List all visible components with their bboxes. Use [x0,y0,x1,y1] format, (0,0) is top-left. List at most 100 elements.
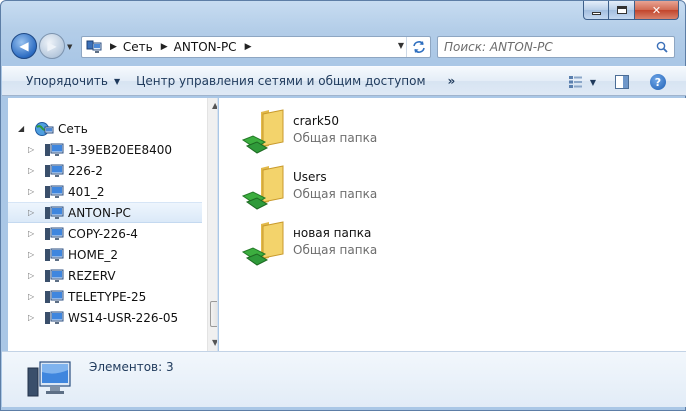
refresh-button[interactable] [406,37,430,57]
folder-name: Users [293,170,327,184]
chevron-down-icon: ▼ [113,76,121,86]
minimize-button[interactable] [583,1,609,20]
address-bar[interactable]: ▶ Сеть ▶ ANTON-PC ▶ ▼ [81,36,431,58]
expand-arrow-icon[interactable]: ▷ [28,292,38,301]
tree-label-computer: WS14-USR-226-05 [68,310,179,325]
tree-item-computer[interactable]: ▷ HOME_2 [8,244,202,265]
tree-label-computer: 226-2 [68,163,103,178]
view-options-icon [568,76,582,88]
more-commands-button[interactable]: » [434,66,464,96]
command-bar: Упорядочить ▼ Центр управления сетями и … [2,66,686,96]
navigation-scrollbar[interactable]: ▲ ▼ [207,98,217,351]
scroll-up-arrow-icon[interactable]: ▲ [212,101,217,110]
tree-label-computer: COPY-226-4 [68,226,138,241]
preview-pane-icon [615,75,629,89]
shared-folder-item[interactable]: crark50 Общая папка [239,106,499,156]
expand-arrow-icon[interactable]: ▷ [28,187,38,196]
computer-icon [44,226,64,242]
tree-item-computer[interactable]: ▷ COPY-226-4 [8,223,202,244]
shared-folder-icon [239,106,291,156]
forward-arrow-icon: ▶ [47,39,57,53]
folder-type: Общая папка [293,187,378,201]
folder-name: новая папка [293,226,372,240]
back-arrow-icon: ◀ [19,39,29,53]
breadcrumb-separator-icon[interactable]: ▶ [245,42,252,52]
command-bar-right: ▼ ? [556,70,670,94]
network-icon [86,40,102,54]
computer-icon [44,163,64,179]
expand-arrow-icon[interactable]: ▷ [28,166,38,175]
shared-folder-item[interactable]: новая папка Общая папка [239,218,499,268]
help-icon: ? [650,74,666,90]
network-center-label: Центр управления сетями и общим доступом [136,74,426,88]
expand-arrow-icon[interactable]: ▷ [28,250,38,259]
network-center-button[interactable]: Центр управления сетями и общим доступом [128,66,433,96]
tree-label-computer: ANTON-PC [68,205,131,220]
view-options-chevron-icon[interactable]: ▼ [590,78,596,87]
shared-folder-icon [239,162,291,212]
folder-type: Общая папка [293,243,378,257]
computer-icon [44,247,64,263]
tree-item-computer-selected[interactable]: ▷ ANTON-PC [8,202,202,223]
tree-item-computer[interactable]: ▷ REZERV [8,265,202,286]
explorer-window: ✕ ◀ ▶ ▼ ▶ Сеть ▶ ANTON-PC ▶ ▼ Поиск: ANT… [0,0,686,411]
tree-label-network: Сеть [58,121,88,136]
expand-arrow-icon[interactable]: ▷ [28,208,38,217]
shared-folder-icon [239,218,291,268]
shared-folder-item[interactable]: Users Общая папка [239,162,499,212]
tree-label-computer: REZERV [68,268,116,283]
more-commands-label: » [447,74,456,88]
computer-icon [26,358,72,400]
content-pane: crark50 Общая папка Users Общая папка но… [219,98,686,351]
expand-arrow-icon[interactable]: ▷ [28,313,38,322]
tree-item-computer[interactable]: ▷ 226-2 [8,160,202,181]
organize-button[interactable]: Упорядочить ▼ [18,66,128,96]
search-input[interactable] [444,40,644,54]
window-controls: ✕ [583,1,679,20]
scroll-down-arrow-icon[interactable]: ▼ [212,338,217,347]
tree-item-computer[interactable]: ▷ 401_2 [8,181,202,202]
tree-item-computer[interactable]: ▷ 1-39EB20EE8400 [8,139,202,160]
breadcrumb-computer[interactable]: ANTON-PC [174,40,237,54]
back-button[interactable]: ◀ [11,33,37,59]
navigation-pane: ◢ Сеть ▷ 1-39EB20EE8400 ▷ 226-2 ▷ 401_2 … [8,98,218,351]
search-box[interactable] [437,36,675,58]
folder-name: crark50 [293,114,340,128]
network-globe-icon [34,121,54,137]
computer-icon [44,205,64,221]
computer-icon [44,289,64,305]
computer-icon [44,310,64,326]
tree-label-computer: TELETYPE-25 [68,289,147,304]
close-icon: ✕ [651,3,662,17]
tree-item-network[interactable]: ◢ Сеть [8,118,202,139]
help-button[interactable]: ? [646,71,670,93]
breadcrumb-separator-icon[interactable]: ▶ [110,42,117,52]
maximize-icon [616,6,627,14]
preview-pane-button[interactable] [610,71,634,93]
forward-button[interactable]: ▶ [39,33,65,59]
breadcrumb-separator-icon[interactable]: ▶ [161,42,168,52]
scrollbar-thumb[interactable] [210,301,217,327]
recent-pages-dropdown[interactable]: ▼ [67,43,75,51]
item-count-text: Элементов: 3 [89,360,174,374]
tree-label-computer: HOME_2 [68,247,119,262]
collapse-arrow-icon[interactable]: ◢ [18,124,28,133]
close-button[interactable]: ✕ [635,1,679,20]
computer-icon [44,268,64,284]
tree-label-computer: 401_2 [68,184,105,199]
expand-arrow-icon[interactable]: ▷ [28,145,38,154]
breadcrumb-network[interactable]: Сеть [123,40,153,54]
tree-item-computer[interactable]: ▷ TELETYPE-25 [8,286,202,307]
view-options-button[interactable] [564,71,588,93]
navigation-row: ◀ ▶ ▼ ▶ Сеть ▶ ANTON-PC ▶ ▼ [1,29,686,65]
expand-arrow-icon[interactable]: ▷ [28,271,38,280]
expand-arrow-icon[interactable]: ▷ [28,229,38,238]
address-history-dropdown[interactable]: ▼ [398,41,404,50]
tree-label-computer: 1-39EB20EE8400 [68,142,173,157]
refresh-icon [412,41,425,53]
maximize-button[interactable] [609,1,635,20]
details-pane: Элементов: 3 [2,351,686,407]
search-icon[interactable] [656,41,668,53]
tree-item-computer[interactable]: ▷ WS14-USR-226-05 [8,307,202,328]
organize-label: Упорядочить [26,74,108,88]
